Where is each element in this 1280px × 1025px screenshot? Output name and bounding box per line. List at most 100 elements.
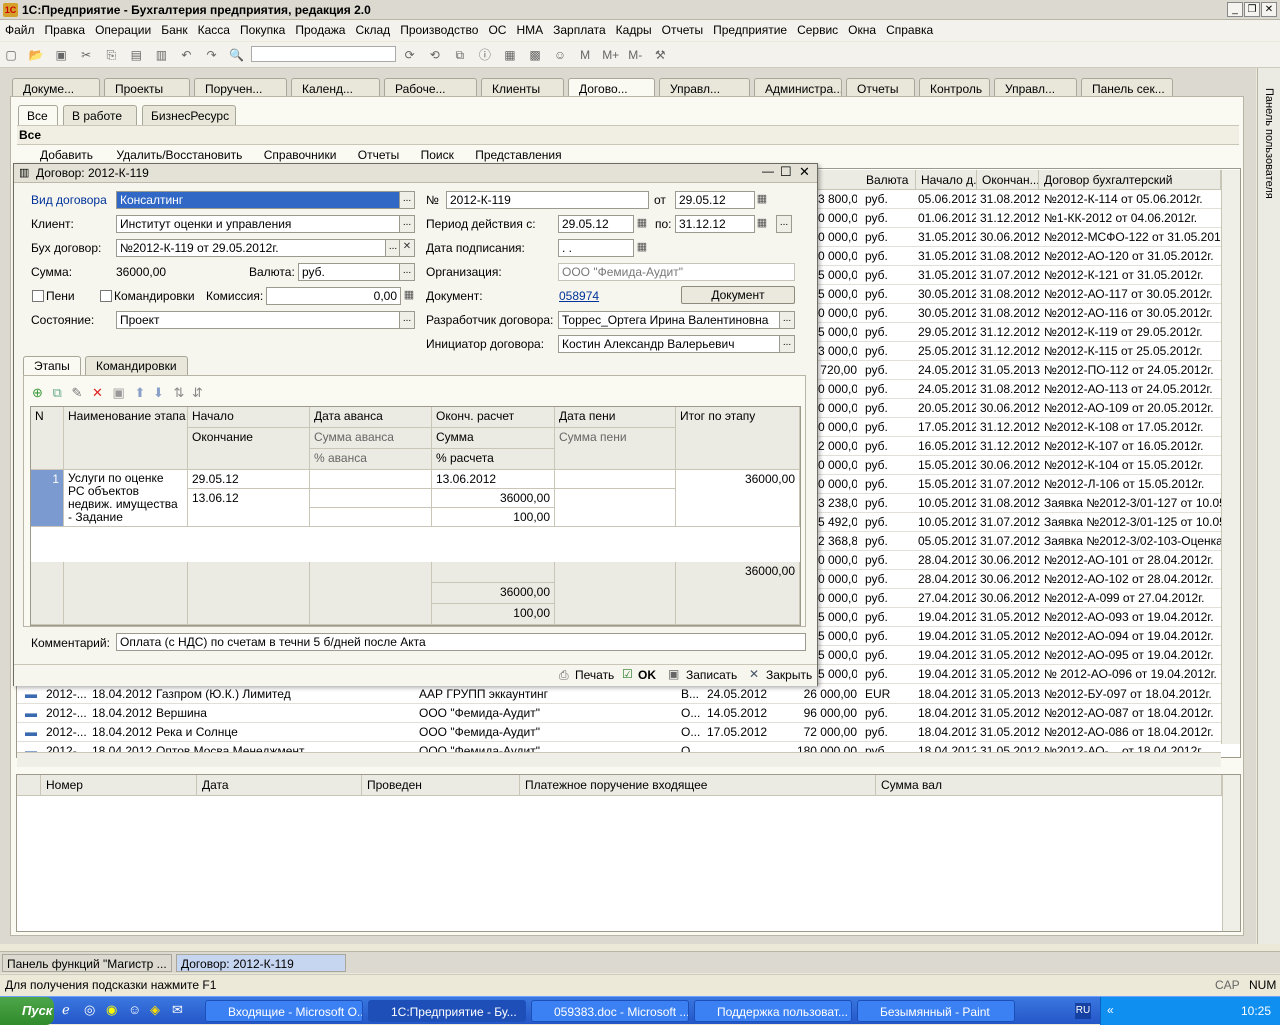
- memory-plus-icon[interactable]: M+: [602, 47, 619, 63]
- menu-item-0[interactable]: Файл: [0, 20, 40, 40]
- table-row[interactable]: ▬ 2012-... 18.04.2012 Река и Солнце ООО "Фем…: [17, 723, 1221, 742]
- table-row[interactable]: ▬ 2012-... 18.04.2012 Вершина ООО "Фемида-Ау…: [17, 704, 1221, 723]
- quicklaunch-explorer-icon[interactable]: ☺: [128, 1002, 141, 1017]
- tray-expand-icon[interactable]: «: [1107, 1003, 1114, 1017]
- table-row[interactable]: 0 000,00 руб. 17.05.2012 31.12.2012 №2012-К-…: [818, 418, 1221, 437]
- menu-item-8[interactable]: Производство: [395, 20, 483, 40]
- table-row[interactable]: 3 000,00 руб. 25.05.2012 31.12.2012 №2012-К-…: [818, 342, 1221, 361]
- menu-item-9[interactable]: ОС: [483, 20, 511, 40]
- table-row[interactable]: 0 000,00 руб. 27.04.2012 30.06.2012 №2012-А-…: [818, 589, 1221, 608]
- table-row[interactable]: 0 000,00 руб. 28.04.2012 30.06.2012 №2012-АО…: [818, 551, 1221, 570]
- tab-trips[interactable]: Командировки: [85, 356, 188, 375]
- end-edit-icon[interactable]: ▣: [113, 385, 125, 400]
- table-row[interactable]: 3 800,00 руб. 05.06.2012 31.08.2012 №2012-К-…: [818, 190, 1221, 209]
- col-payment-order[interactable]: Платежное поручение входящее: [520, 775, 876, 795]
- move-up-icon[interactable]: ⬆: [134, 385, 145, 400]
- dialog-maximize-icon[interactable]: ☐: [780, 164, 792, 180]
- payments-vscrollbar[interactable]: [1222, 775, 1240, 931]
- task-1c[interactable]: 1С:Предприятие - Бу...: [368, 1000, 526, 1022]
- minimize-button[interactable]: _: [1227, 2, 1243, 17]
- search-button[interactable]: Поиск: [421, 148, 454, 162]
- delete-row-icon[interactable]: ✕: [92, 385, 103, 400]
- menu-item-16[interactable]: Окна: [843, 20, 881, 40]
- window-tab-panel[interactable]: Панель функций "Магистр ...: [2, 954, 172, 972]
- menu-item-1[interactable]: Правка: [40, 20, 91, 40]
- menu-item-12[interactable]: Кадры: [611, 20, 657, 40]
- row-stage-total[interactable]: 36000,00: [676, 470, 800, 527]
- table-row[interactable]: 5 000,00 руб. 19.04.2012 31.05.2012 №2012-АО…: [818, 608, 1221, 627]
- table-row[interactable]: 5 000,00 руб. 19.04.2012 31.05.2012 №2012-АО…: [818, 646, 1221, 665]
- table-row[interactable]: 3 238,00 руб. 10.05.2012 31.08.2012 Заявка №…: [818, 494, 1221, 513]
- copy-icon[interactable]: ⎘: [103, 47, 119, 63]
- col-currency[interactable]: Валюта: [861, 170, 916, 190]
- restore-button[interactable]: ❐: [1244, 2, 1260, 17]
- col-number[interactable]: Номер: [41, 775, 197, 795]
- sort-desc-icon[interactable]: ⇵: [192, 385, 203, 400]
- table-row[interactable]: 0 000,00 руб. 15.05.2012 31.07.2012 №2012-Л-…: [818, 475, 1221, 494]
- period-to-field[interactable]: 31.12.12: [675, 215, 755, 233]
- main-tab-9[interactable]: Отчеты: [846, 78, 915, 98]
- views-button[interactable]: Представления: [475, 148, 561, 162]
- table-row[interactable]: 0 000,00 руб. 28.04.2012 30.06.2012 №2012-АО…: [818, 570, 1221, 589]
- menu-item-7[interactable]: Склад: [350, 20, 395, 40]
- menu-item-13[interactable]: Отчеты: [657, 20, 708, 40]
- dialog-close-icon[interactable]: ✕: [799, 164, 810, 180]
- task-paint[interactable]: Безымянный - Paint: [857, 1000, 1015, 1022]
- main-tab-3[interactable]: Календ...: [291, 78, 380, 98]
- user-side-panel[interactable]: Панель пользователя: [1257, 68, 1280, 944]
- row-advance-pct[interactable]: [310, 508, 432, 527]
- stages-table[interactable]: N Наименование этапа Начало Окончание Да…: [30, 406, 801, 626]
- ok-button[interactable]: OK: [638, 668, 656, 682]
- menu-item-10[interactable]: НМА: [511, 20, 548, 40]
- sign-calendar-icon[interactable]: ▦: [634, 240, 650, 256]
- col-start[interactable]: Начало д...: [916, 170, 977, 190]
- row-peni-date[interactable]: [555, 470, 676, 489]
- table-row[interactable]: 5 492,00 руб. 10.05.2012 31.07.2012 Заявка №…: [818, 513, 1221, 532]
- menu-item-6[interactable]: Продажа: [290, 20, 350, 40]
- table-row[interactable]: 0 000,00 руб. 30.05.2012 31.08.2012 №2012-АО…: [818, 304, 1221, 323]
- calculator-icon[interactable]: ▦: [401, 288, 417, 304]
- quicklaunch-app-icon[interactable]: ◈: [150, 1002, 160, 1018]
- search-combo[interactable]: [250, 46, 396, 62]
- open-icon[interactable]: 📂: [28, 47, 44, 63]
- commission-field[interactable]: 0,00: [266, 287, 401, 305]
- sort-asc-icon[interactable]: ⇅: [174, 385, 185, 400]
- find-icon[interactable]: 🔍: [229, 47, 245, 63]
- period-from-field[interactable]: 29.05.12: [558, 215, 634, 233]
- tab-businessresource[interactable]: БизнесРесурс: [142, 105, 236, 125]
- table-row[interactable]: 5 000,00 руб. 19.04.2012 31.05.2012 № 2012-А…: [818, 665, 1221, 684]
- task-word[interactable]: 059383.doc - Microsoft ...: [531, 1000, 689, 1022]
- new-icon[interactable]: ▢: [3, 47, 19, 63]
- col-posted[interactable]: Проведен: [362, 775, 520, 795]
- kind-field[interactable]: Консалтинг: [116, 191, 400, 209]
- row-final-date[interactable]: 13.06.2012: [432, 470, 555, 489]
- currency-field[interactable]: руб.: [298, 263, 400, 281]
- row-final-pct[interactable]: 100,00: [432, 508, 555, 527]
- table-row[interactable]: 0 000,00 руб. 20.05.2012 30.06.2012 №2012-АО…: [818, 399, 1221, 418]
- acc-field[interactable]: №2012-К-119 от 29.05.2012г.: [116, 239, 386, 257]
- copy-row-icon[interactable]: ⧉: [53, 385, 62, 400]
- tab-in-work[interactable]: В работе: [63, 105, 137, 125]
- undo-icon[interactable]: ↶: [178, 47, 194, 63]
- info-icon[interactable]: ⓘ: [477, 47, 493, 63]
- close-button[interactable]: ✕: [1261, 2, 1277, 17]
- main-tab-11[interactable]: Управл...: [994, 78, 1077, 98]
- task-support[interactable]: Поддержка пользоват...: [694, 1000, 852, 1022]
- find-next-icon[interactable]: ⟳: [402, 47, 418, 63]
- edit-row-icon[interactable]: ✎: [71, 385, 82, 400]
- memory-minus-icon[interactable]: M-: [627, 47, 643, 63]
- table-row[interactable]: 0 000,00 руб. 31.05.2012 30.06.2012 №2012-МС…: [818, 228, 1221, 247]
- acc-clear-icon[interactable]: ✕: [399, 239, 415, 257]
- delete-icon[interactable]: ▥: [153, 47, 169, 63]
- redo-icon[interactable]: ↷: [204, 47, 220, 63]
- start-button[interactable]: Пуск: [0, 997, 54, 1025]
- table-icon[interactable]: ▦: [502, 47, 518, 63]
- grid-hscrollbar[interactable]: [17, 752, 1221, 767]
- table-row[interactable]: ▬ 2012-... 18.04.2012 Газпром (Ю.К.) Лимите…: [17, 685, 1221, 704]
- row-start[interactable]: 29.05.12: [188, 470, 310, 489]
- table-row[interactable]: 720,00 руб. 24.05.2012 31.05.2013 №2012-ПО-1…: [818, 361, 1221, 380]
- menu-item-4[interactable]: Касса: [193, 20, 235, 40]
- initiator-select-button[interactable]: ...: [779, 335, 795, 353]
- windows-icon[interactable]: ⧉: [452, 47, 468, 63]
- sign-date-field[interactable]: . .: [558, 239, 634, 257]
